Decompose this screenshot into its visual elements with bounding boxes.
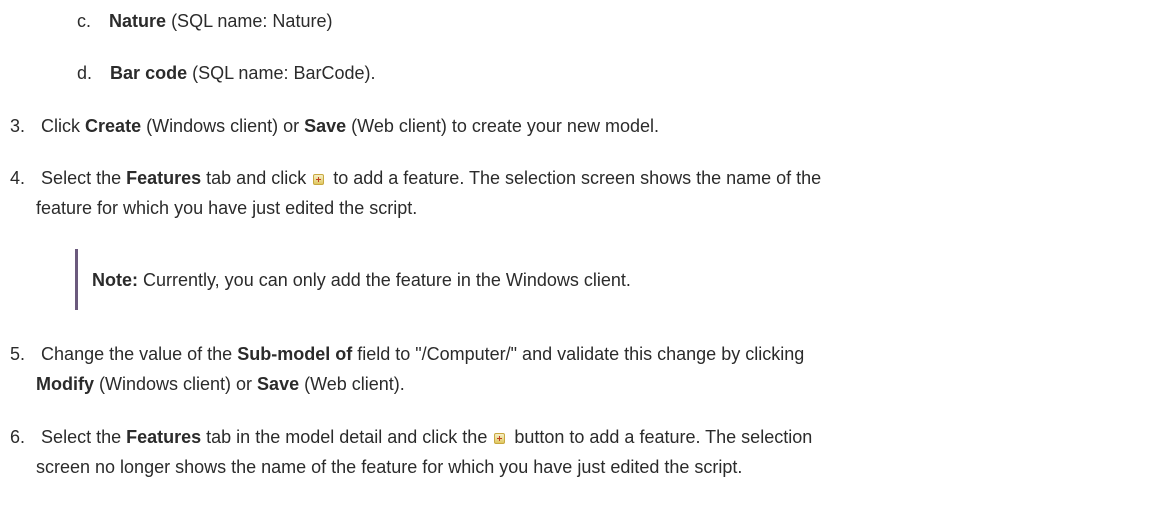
step-5: 5. Change the value of the Sub-model of … bbox=[10, 343, 804, 365]
list-marker: c. bbox=[77, 11, 92, 31]
step-text: (Windows client) or bbox=[141, 116, 305, 136]
step-3: 3. Click Create (Windows client) or Save… bbox=[10, 115, 659, 137]
step-text: Click bbox=[41, 116, 86, 136]
step-text: tab and click bbox=[201, 168, 312, 188]
document-page: c. Nature (SQL name: Nature) d. Bar code… bbox=[0, 0, 1156, 505]
step-6-continued: screen no longer shows the name of the f… bbox=[36, 457, 743, 477]
step-4-continued: feature for which you have just edited t… bbox=[36, 198, 418, 218]
modify-label: Modify bbox=[36, 374, 94, 394]
note-text: Currently, you can only add the feature … bbox=[138, 270, 631, 290]
field-name: Nature bbox=[109, 11, 167, 31]
step-text: (Web client) to create your new model. bbox=[346, 116, 659, 136]
step-number: 6. bbox=[10, 427, 26, 447]
field-description: (SQL name: Nature) bbox=[166, 11, 333, 31]
step-number: 5. bbox=[10, 344, 26, 364]
step-text: Change the value of the bbox=[41, 344, 238, 364]
step-text: tab in the model detail and click the bbox=[201, 427, 493, 447]
list-item-d: d. Bar code (SQL name: BarCode). bbox=[77, 62, 376, 84]
sub-model-label: Sub-model of bbox=[237, 344, 353, 364]
create-label: Create bbox=[85, 116, 142, 136]
note-label: Note: bbox=[92, 270, 138, 290]
step-text: field to "/Computer/" and validate this … bbox=[352, 344, 805, 364]
list-item-c: c. Nature (SQL name: Nature) bbox=[77, 10, 332, 32]
step-text: button to add a feature. The selection bbox=[509, 427, 813, 447]
list-marker: d. bbox=[77, 63, 93, 83]
step-text: (Web client). bbox=[299, 374, 405, 394]
step-text: Select the bbox=[41, 427, 127, 447]
features-label: Features bbox=[126, 427, 202, 447]
step-4: 4. Select the Features tab and click to … bbox=[10, 167, 821, 189]
save-label: Save bbox=[257, 374, 300, 394]
save-label: Save bbox=[304, 116, 347, 136]
field-name: Bar code bbox=[110, 63, 188, 83]
note: Note: Currently, you can only add the fe… bbox=[92, 269, 631, 291]
step-text: (Windows client) or bbox=[94, 374, 258, 394]
add-feature-icon bbox=[494, 433, 506, 444]
note-bar bbox=[75, 249, 78, 310]
step-number: 4. bbox=[10, 168, 26, 188]
add-feature-icon bbox=[313, 174, 325, 185]
features-label: Features bbox=[126, 168, 202, 188]
field-description: (SQL name: BarCode). bbox=[187, 63, 376, 83]
step-number: 3. bbox=[10, 116, 26, 136]
step-6: 6. Select the Features tab in the model … bbox=[10, 426, 812, 448]
step-5-continued: Modify (Windows client) or Save (Web cli… bbox=[36, 373, 405, 395]
step-text: Select the bbox=[41, 168, 127, 188]
step-text: to add a feature. The selection screen s… bbox=[328, 168, 822, 188]
